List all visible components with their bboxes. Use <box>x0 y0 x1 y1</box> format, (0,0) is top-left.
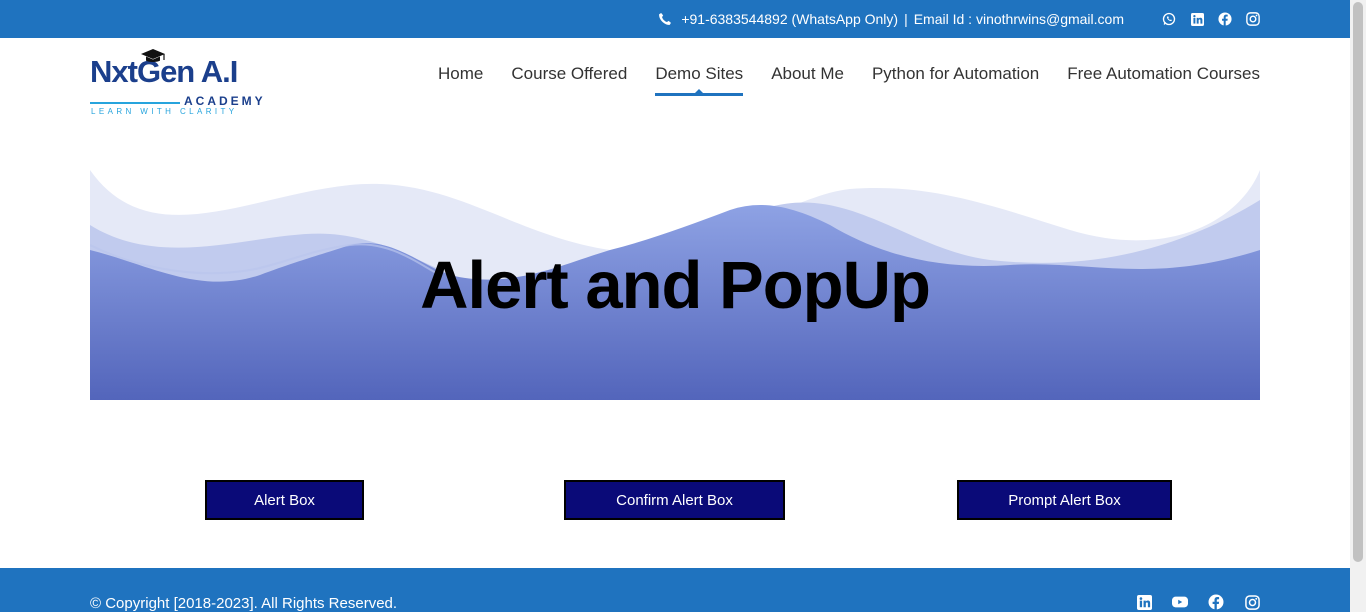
copyright-text: © Copyright [2018-2023]. All Rights Rese… <box>90 595 398 612</box>
youtube-icon[interactable] <box>1172 594 1188 610</box>
phone-icon <box>658 12 672 26</box>
phone-number[interactable]: +91-6383544892 (WhatsApp Only) <box>681 11 898 27</box>
nav-item-free-automation-courses[interactable]: Free Automation Courses <box>1067 64 1260 96</box>
footer-social-links <box>1136 594 1260 610</box>
contact-separator: | <box>904 11 908 27</box>
facebook-icon[interactable] <box>1218 12 1232 26</box>
facebook-icon[interactable] <box>1208 594 1224 610</box>
graduation-cap-icon <box>140 48 166 69</box>
instagram-icon[interactable] <box>1246 12 1260 26</box>
nav-item-course-offered[interactable]: Course Offered <box>511 64 627 96</box>
nav-item-demo-sites[interactable]: Demo Sites <box>655 64 743 96</box>
alert-box-button[interactable]: Alert Box <box>205 480 364 520</box>
page-scrollbar[interactable] <box>1350 0 1366 612</box>
top-contact-bar: +91-6383544892 (WhatsApp Only) | Email I… <box>0 0 1350 38</box>
scrollbar-thumb[interactable] <box>1353 2 1363 562</box>
nav-item-python-for-automation[interactable]: Python for Automation <box>872 64 1039 96</box>
main-nav: Home Course Offered Demo Sites About Me … <box>438 64 1260 96</box>
nav-item-about-me[interactable]: About Me <box>771 64 844 96</box>
linkedin-icon[interactable] <box>1190 12 1204 26</box>
whatsapp-icon[interactable] <box>1162 12 1176 26</box>
contact-info: +91-6383544892 (WhatsApp Only) | Email I… <box>658 0 1124 38</box>
instagram-icon[interactable] <box>1244 594 1260 610</box>
logo-underline <box>90 102 180 104</box>
page-title: Alert and PopUp <box>420 248 931 323</box>
nav-item-home[interactable]: Home <box>438 64 483 96</box>
logo-tagline: LEARN WITH CLARITY <box>91 107 238 116</box>
confirm-alert-box-button[interactable]: Confirm Alert Box <box>564 480 785 520</box>
site-logo[interactable]: NxtGen A.I ACADEMY LEARN WITH CLARITY <box>90 48 263 116</box>
linkedin-icon[interactable] <box>1136 594 1152 610</box>
site-footer: © Copyright [2018-2023]. All Rights Rese… <box>0 568 1350 612</box>
prompt-alert-box-button[interactable]: Prompt Alert Box <box>957 480 1172 520</box>
site-header: NxtGen A.I ACADEMY LEARN WITH CLARITY Ho… <box>0 38 1350 128</box>
email-address[interactable]: Email Id : vinothrwins@gmail.com <box>914 11 1124 27</box>
top-social-links <box>1162 0 1260 38</box>
hero-banner: Alert and PopUp <box>90 165 1260 400</box>
logo-subtitle: ACADEMY <box>184 94 266 108</box>
